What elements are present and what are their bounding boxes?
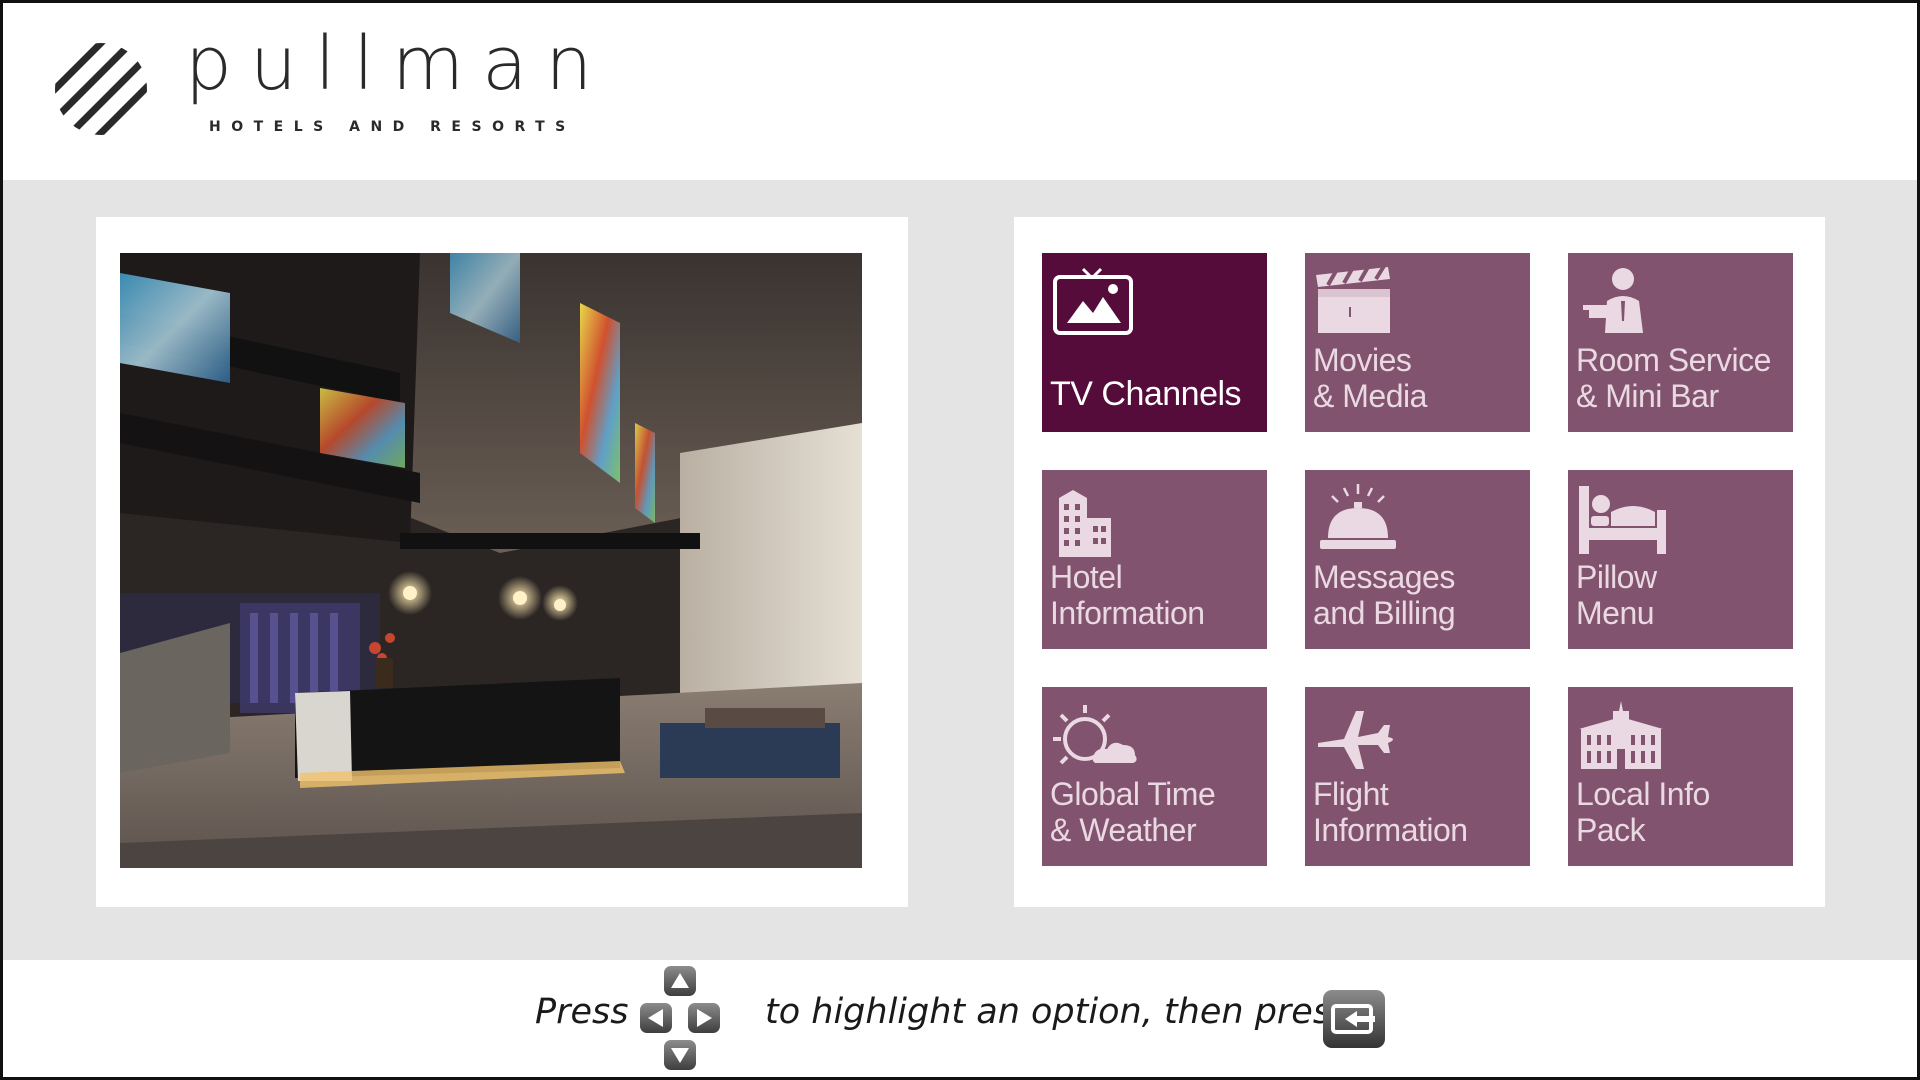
pullman-logo-mark-icon <box>55 43 147 135</box>
airplane-icon <box>1318 711 1393 769</box>
hotel-lobby-photo <box>120 253 862 868</box>
bed-icon <box>1579 486 1666 554</box>
tile-label: Movies & Media <box>1313 342 1427 414</box>
tile-local-info-pack[interactable]: Local Info Pack <box>1568 687 1793 866</box>
header: pullman HOTELS AND RESORTS <box>3 3 1917 180</box>
sun-cloud-icon <box>1053 705 1137 765</box>
tile-movies-media[interactable]: Movies & Media <box>1305 253 1530 432</box>
tile-label: Messages and Billing <box>1313 559 1456 631</box>
tile-hotel-information[interactable]: Hotel Information <box>1042 470 1267 649</box>
clapperboard-icon <box>1316 265 1390 333</box>
brand-name: pullman <box>185 21 611 107</box>
tile-label: Global Time & Weather <box>1050 776 1216 848</box>
tile-label: Flight Information <box>1313 776 1468 848</box>
photo-card <box>96 217 908 907</box>
tile-label: Room Service & Mini Bar <box>1576 342 1771 414</box>
main-area: TV Channels Movies & Media Room Service … <box>3 180 1917 960</box>
hint-instruction: to highlight an option, then press <box>765 992 1350 1032</box>
tile-global-time-weather[interactable]: Global Time & Weather <box>1042 687 1267 866</box>
tile-label: Hotel Information <box>1050 559 1205 631</box>
tv-icon <box>1053 267 1133 335</box>
tile-room-service[interactable]: Room Service & Mini Bar <box>1568 253 1793 432</box>
dpad-arrows-icon <box>640 966 720 1070</box>
menu-card: TV Channels Movies & Media Room Service … <box>1014 217 1825 907</box>
tile-label: Local Info Pack <box>1576 776 1710 848</box>
enter-key-icon <box>1323 990 1385 1048</box>
waiter-icon <box>1583 268 1643 333</box>
tile-tv-channels[interactable]: TV Channels <box>1042 253 1267 432</box>
tile-flight-information[interactable]: Flight Information <box>1305 687 1530 866</box>
landmark-building-icon <box>1579 701 1663 769</box>
tile-label: TV Channels <box>1050 375 1242 413</box>
footer-hint-bar: Press to highlight an option, then press <box>3 960 1917 1077</box>
hint-press-label: Press <box>535 992 629 1032</box>
tile-messages-billing[interactable]: Messages and Billing <box>1305 470 1530 649</box>
service-bell-icon <box>1320 484 1396 549</box>
hotel-building-icon <box>1059 490 1111 557</box>
brand-tagline: HOTELS AND RESORTS <box>209 119 576 135</box>
tile-pillow-menu[interactable]: Pillow Menu <box>1568 470 1793 649</box>
tile-label: Pillow Menu <box>1576 559 1657 631</box>
